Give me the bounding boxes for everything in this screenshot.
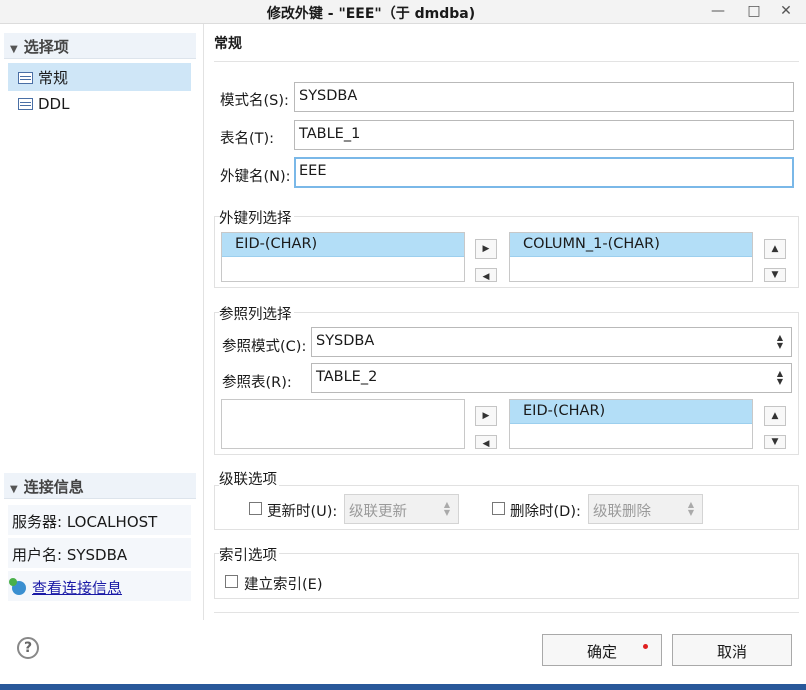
options-section-header[interactable]: ▼ 选择项 <box>4 33 196 59</box>
update-label: 更新时(U): <box>267 504 338 520</box>
taskbar-edge <box>0 684 806 690</box>
help-icon[interactable]: ? <box>17 637 39 659</box>
spinner-arrows-icon: ▲ ▼ <box>776 333 783 350</box>
cancel-button[interactable]: 取消 <box>672 634 792 666</box>
maximize-button[interactable]: □ <box>744 2 764 22</box>
fk-name-label: 外键名(N): <box>220 169 291 185</box>
move-left-button[interactable]: ◀ <box>475 268 497 282</box>
move-up-button[interactable]: ▲ <box>764 239 786 259</box>
move-left-button[interactable]: ◀ <box>475 435 497 449</box>
move-down-button[interactable]: ▼ <box>764 268 786 282</box>
view-connection-link[interactable]: 查看连接信息 <box>32 579 122 597</box>
ref-source-list[interactable] <box>221 399 465 449</box>
connection-icon <box>9 578 26 595</box>
create-index-label: 建立索引(E) <box>244 577 323 593</box>
update-checkbox[interactable] <box>249 502 262 515</box>
table-field[interactable]: TABLE_1 <box>294 120 794 150</box>
delete-cascade-select[interactable]: 级联删除 ▲ ▼ <box>588 494 703 524</box>
page-title: 常规 <box>214 36 242 52</box>
list-item[interactable]: COLUMN_1-(CHAR) <box>510 233 752 257</box>
view-connection-row: 查看连接信息 <box>8 571 191 601</box>
ref-schema-label: 参照模式(C): <box>222 339 307 355</box>
footer-divider <box>214 612 799 613</box>
ref-schema-select[interactable]: SYSDBA ▲ ▼ <box>311 327 792 357</box>
spinner-arrows-icon: ▲ ▼ <box>776 369 783 386</box>
table-label: 表名(T): <box>220 131 275 147</box>
table-icon <box>18 72 33 84</box>
collapse-triangle-icon: ▼ <box>10 44 18 55</box>
fk-name-field[interactable]: EEE <box>294 157 794 188</box>
fk-source-list[interactable]: EID-(CHAR) <box>221 232 465 282</box>
move-up-button[interactable]: ▲ <box>764 406 786 426</box>
delete-label: 删除时(D): <box>510 504 581 520</box>
delete-checkbox[interactable] <box>492 502 505 515</box>
red-dot-icon <box>643 644 648 649</box>
move-right-button[interactable]: ▶ <box>475 406 497 426</box>
table-icon <box>18 98 33 110</box>
tree-item-general[interactable]: 常规 <box>8 63 191 91</box>
list-item[interactable]: EID-(CHAR) <box>510 400 752 424</box>
ref-target-list[interactable]: EID-(CHAR) <box>509 399 753 449</box>
ref-table-label: 参照表(R): <box>222 375 292 391</box>
user-info: 用户名: SYSDBA <box>8 538 191 568</box>
fk-columns-title: 外键列选择 <box>219 207 294 228</box>
collapse-triangle-icon: ▼ <box>10 484 18 495</box>
create-index-checkbox[interactable] <box>225 575 238 588</box>
move-right-button[interactable]: ▶ <box>475 239 497 259</box>
move-down-button[interactable]: ▼ <box>764 435 786 449</box>
list-item[interactable]: EID-(CHAR) <box>222 233 464 257</box>
spinner-arrows-icon: ▲ ▼ <box>687 500 694 517</box>
ok-button[interactable]: 确定 <box>542 634 662 666</box>
minimize-button[interactable]: — <box>708 2 728 22</box>
update-cascade-select[interactable]: 级联更新 ▲ ▼ <box>344 494 459 524</box>
cascade-title: 级联选项 <box>219 468 279 489</box>
close-button[interactable]: ✕ <box>776 2 796 22</box>
tree-item-ddl[interactable]: DDL <box>8 91 191 119</box>
ref-columns-title: 参照列选择 <box>219 303 294 324</box>
spinner-arrows-icon: ▲ ▼ <box>443 500 450 517</box>
server-info: 服务器: LOCALHOST <box>8 505 191 535</box>
window-title: 修改外键 - "EEE"（于 dmdba) <box>266 6 476 22</box>
title-divider <box>214 61 799 62</box>
schema-label: 模式名(S): <box>220 93 289 109</box>
index-title: 索引选项 <box>219 544 279 565</box>
ref-table-select[interactable]: TABLE_2 ▲ ▼ <box>311 363 792 393</box>
connection-section-header[interactable]: ▼ 连接信息 <box>4 473 196 499</box>
schema-field[interactable]: SYSDBA <box>294 82 794 112</box>
fk-target-list[interactable]: COLUMN_1-(CHAR) <box>509 232 753 282</box>
